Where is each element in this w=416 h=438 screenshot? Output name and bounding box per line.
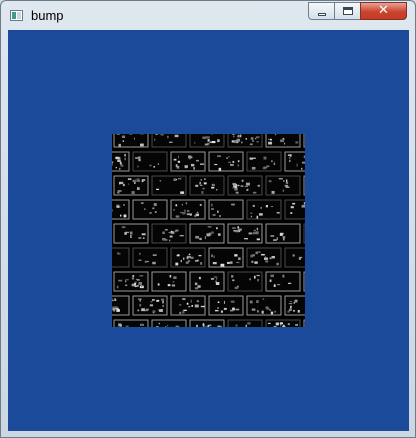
- brick: [208, 199, 244, 220]
- brick: [208, 295, 244, 316]
- app-window-icon[interactable]: [10, 10, 23, 21]
- title-bar[interactable]: bump ✕: [1, 1, 415, 29]
- brick: [189, 175, 225, 196]
- minimize-button[interactable]: [308, 2, 335, 20]
- brick: [151, 271, 187, 292]
- brick: [265, 223, 301, 244]
- brick: [246, 295, 282, 316]
- brick: [113, 127, 149, 148]
- brick: [170, 199, 206, 220]
- brick: [227, 175, 263, 196]
- brick: [132, 295, 168, 316]
- brick: [246, 199, 282, 220]
- brick: [170, 151, 206, 172]
- brick: [151, 319, 187, 340]
- brick: [208, 247, 244, 268]
- brick: [265, 175, 301, 196]
- brick: [132, 151, 168, 172]
- close-button[interactable]: ✕: [360, 2, 407, 20]
- brick: [94, 199, 130, 220]
- brick: [94, 247, 130, 268]
- brick: [265, 271, 301, 292]
- window-title: bump: [31, 8, 64, 23]
- brick: [113, 223, 149, 244]
- brick: [189, 223, 225, 244]
- brick: [189, 271, 225, 292]
- close-icon: ✕: [378, 3, 389, 18]
- brick: [284, 295, 320, 316]
- brick: [132, 199, 168, 220]
- render-viewport[interactable]: [8, 30, 409, 431]
- brick: [246, 247, 282, 268]
- maximize-button[interactable]: [334, 2, 361, 20]
- brick: [170, 247, 206, 268]
- brick: [265, 127, 301, 148]
- brick: [208, 151, 244, 172]
- brick: [227, 271, 263, 292]
- brick: [113, 175, 149, 196]
- brick: [132, 247, 168, 268]
- brick: [151, 223, 187, 244]
- brick: [227, 319, 263, 340]
- brick: [151, 127, 187, 148]
- brick: [246, 151, 282, 172]
- brick: [303, 223, 339, 244]
- brick: [113, 271, 149, 292]
- brick: [189, 127, 225, 148]
- brick-bump-texture: [56, 127, 377, 340]
- brick: [303, 127, 339, 148]
- brick: [284, 247, 320, 268]
- brick: [265, 319, 301, 340]
- app-window: bump ✕: [0, 0, 416, 438]
- brick: [113, 319, 149, 340]
- brick: [303, 319, 339, 340]
- brick-texture-canvas: [56, 127, 377, 340]
- brick: [94, 151, 130, 172]
- brick: [303, 271, 339, 292]
- brick: [303, 175, 339, 196]
- brick: [170, 295, 206, 316]
- maximize-icon: [343, 7, 353, 15]
- brick: [151, 175, 187, 196]
- brick: [284, 199, 320, 220]
- brick: [227, 223, 263, 244]
- brick: [189, 319, 225, 340]
- minimize-icon: [318, 13, 326, 16]
- brick: [227, 127, 263, 148]
- brick: [94, 295, 130, 316]
- brick: [284, 151, 320, 172]
